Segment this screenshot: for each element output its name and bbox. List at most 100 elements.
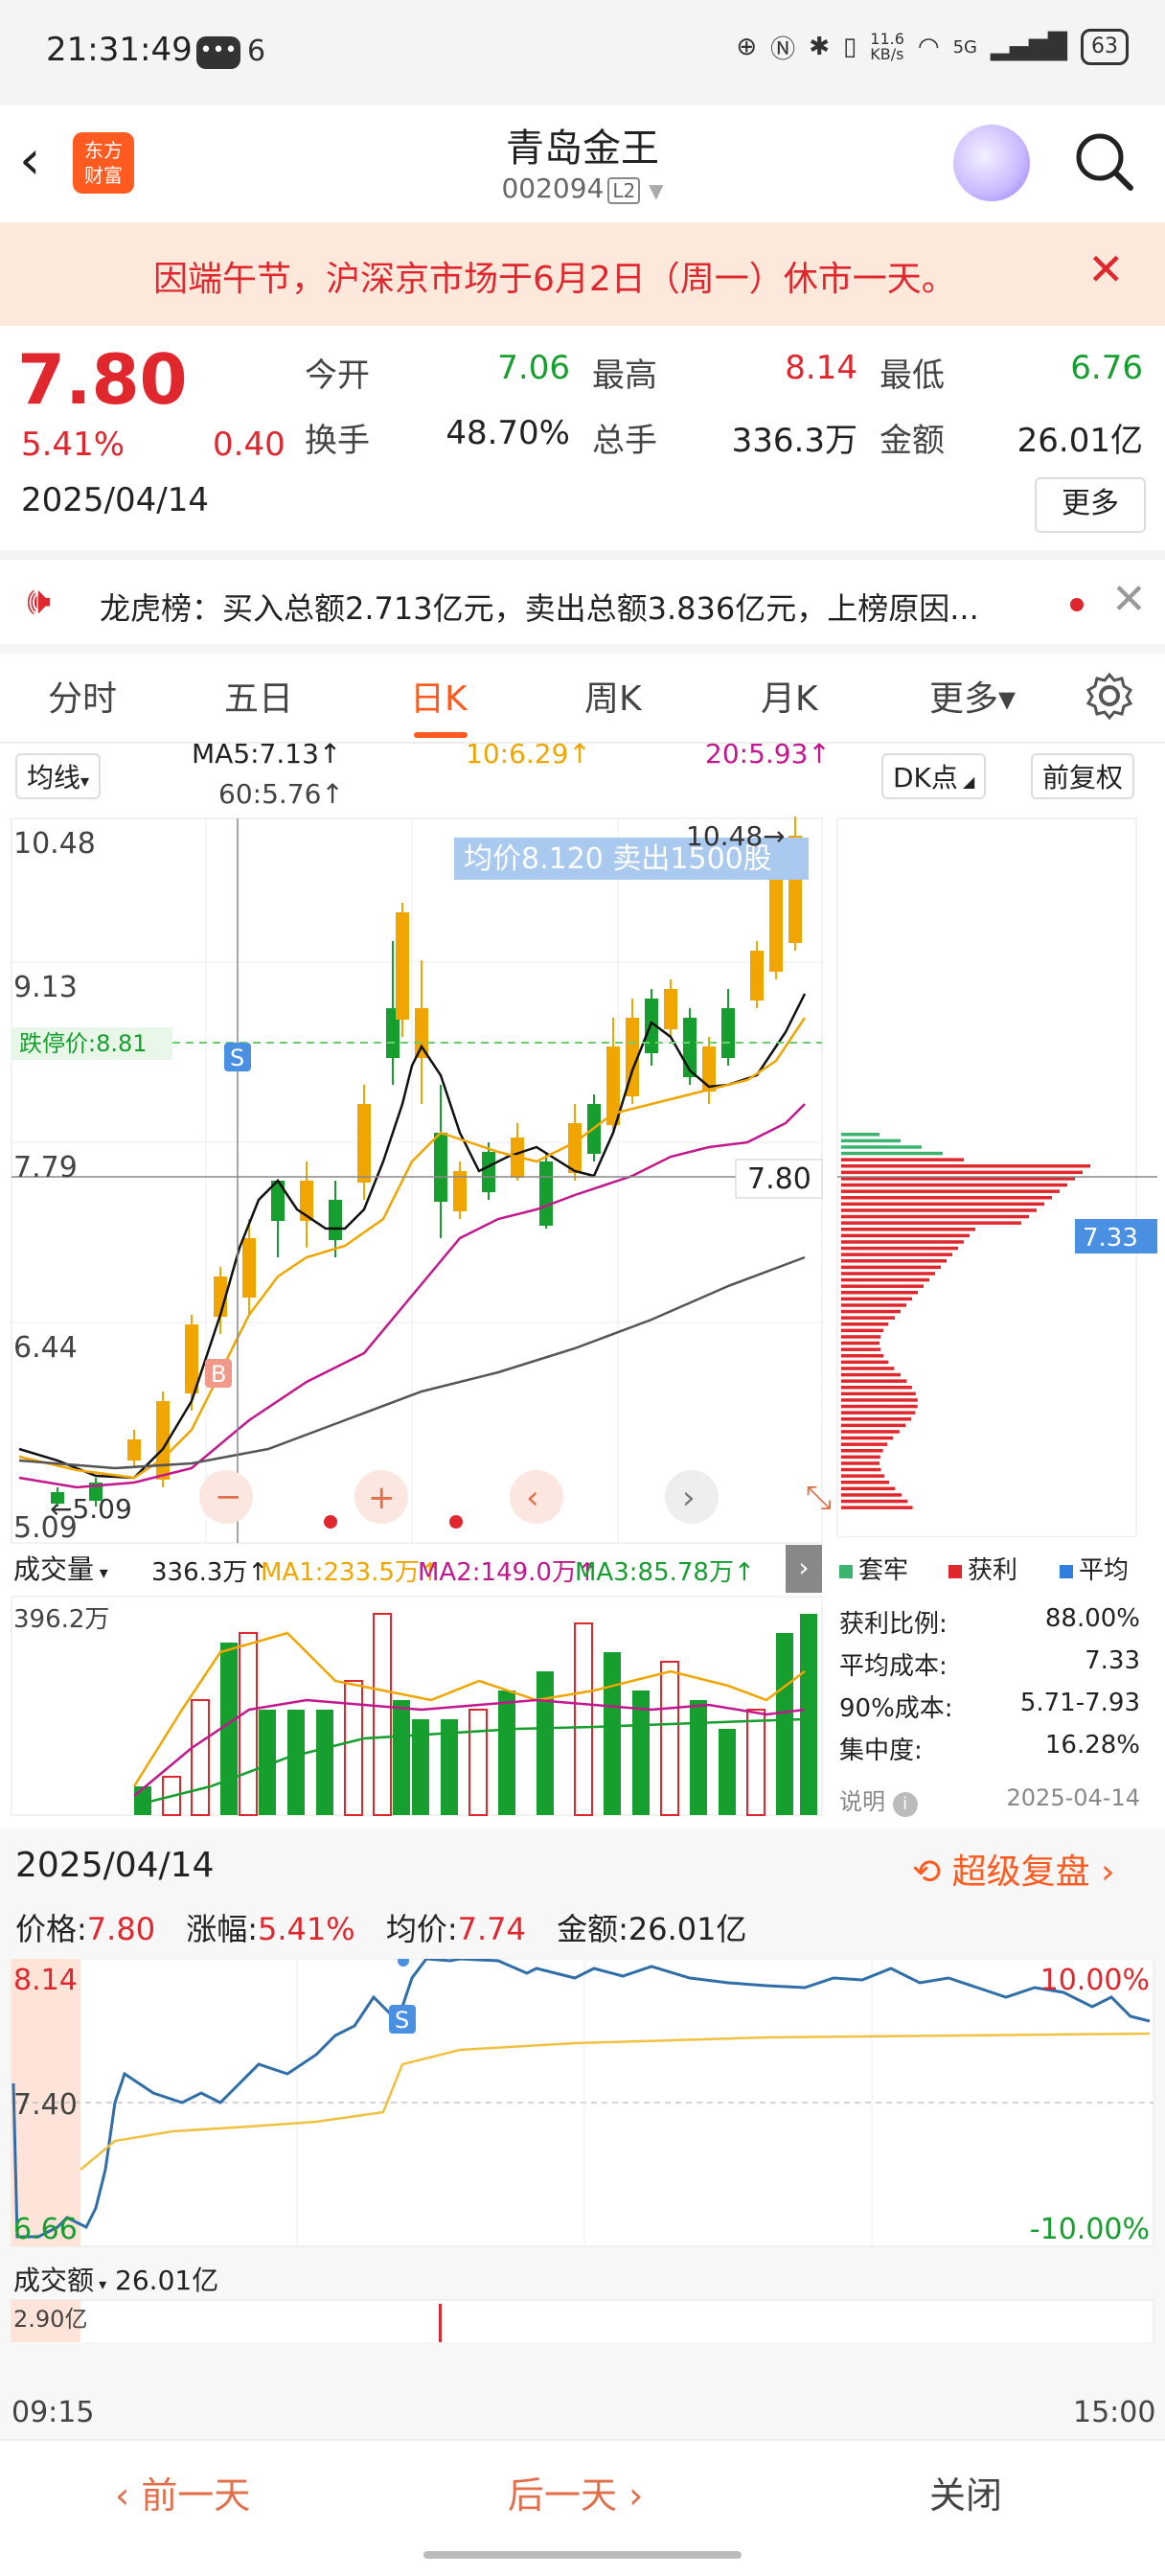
chip-bar — [841, 1386, 912, 1390]
home-indicator[interactable] — [423, 2551, 742, 2559]
volume-bar — [287, 1710, 305, 1815]
chip-bar — [841, 1228, 975, 1231]
speaker-icon: 🕪 — [27, 579, 52, 623]
candle-body — [329, 1200, 342, 1240]
intraday-price: 7.80 — [86, 1911, 156, 1947]
dragon-tiger-bar[interactable]: 🕪 龙虎榜：买入总额2.713亿元，卖出总额3.836亿元，上榜原因... ✕ — [0, 550, 1165, 650]
volume-bar — [393, 1700, 410, 1815]
prev-day-button[interactable]: ‹ 前一天 — [115, 2466, 250, 2518]
volume-bar — [220, 1643, 238, 1815]
info-icon: i — [892, 1792, 918, 1817]
tab-intraday[interactable]: 分时 — [48, 671, 117, 721]
chip-bar — [841, 1379, 907, 1383]
candle-body — [357, 1104, 371, 1183]
chip-bar — [841, 1133, 879, 1137]
concentration-value: 16.28% — [1044, 1731, 1140, 1760]
network-speed: 11.6 KB/s — [870, 30, 904, 63]
chip-note-link[interactable]: 说明 i — [839, 1782, 918, 1817]
assistant-avatar[interactable] — [953, 125, 1030, 201]
scroll-left-button[interactable]: ‹ — [510, 1470, 563, 1524]
legend-profit: 获利 — [948, 1551, 1017, 1586]
notification-count: 6 — [247, 34, 266, 68]
amount-value: 26.01亿 — [1017, 422, 1143, 460]
tab-weekly-k[interactable]: 周K — [584, 671, 642, 721]
scroll-right-button[interactable]: › — [665, 1470, 719, 1524]
chip-bar — [841, 1322, 889, 1326]
search-icon[interactable] — [1071, 128, 1138, 196]
close-icon[interactable]: ✕ — [1087, 243, 1125, 295]
y-label-2: 9.13 — [13, 971, 78, 1004]
tab-five-day[interactable]: 五日 — [224, 671, 293, 721]
fullscreen-icon[interactable]: ⤡ — [806, 1479, 832, 1517]
chip-bar — [841, 1499, 908, 1504]
chip-bar — [841, 1240, 964, 1244]
more-button[interactable]: 更多 — [1035, 477, 1146, 533]
svg-text:+: + — [368, 1479, 396, 1517]
close-button[interactable]: 关闭 — [929, 2466, 1002, 2518]
next-day-button[interactable]: 后一天 › — [508, 2466, 643, 2518]
chip-bar — [841, 1341, 880, 1346]
zoom-in-button[interactable]: + — [354, 1470, 408, 1524]
volume-bar — [690, 1700, 707, 1815]
signal-bars-icon: ▂▄▆█ — [991, 33, 1067, 61]
volume-bar — [604, 1652, 621, 1815]
quote-date: 2025/04/14 — [21, 481, 209, 519]
add-circle-icon: ⊕ — [736, 33, 758, 61]
volume-bar — [776, 1633, 793, 1815]
event-dot — [449, 1515, 463, 1529]
chip-bar — [841, 1297, 912, 1301]
adjust-select[interactable]: 前复权 — [1031, 753, 1135, 799]
svg-text:‹: ‹ — [526, 1479, 539, 1517]
vibrate-icon: ▯ — [842, 33, 857, 61]
chip-bar — [841, 1151, 943, 1156]
kline-chart[interactable]: 跌停价:8.81 7.80 均价8.120 卖出1500股 10.48 9.13… — [0, 816, 834, 1545]
history-icon: ⟲ — [912, 1852, 942, 1892]
tab-more[interactable]: 更多▾ — [929, 671, 1016, 721]
intraday-y-top: 8.14 — [13, 1964, 78, 1997]
profit-ratio-label: 获利比例: — [839, 1610, 948, 1639]
intraday-pct-top: 10.00% — [1040, 1964, 1150, 1997]
close-icon[interactable]: ✕ — [1111, 575, 1147, 624]
volume-indicator-select[interactable]: 成交量 ▾ — [13, 1549, 108, 1587]
turnover-select[interactable]: 成交额 ▾ 26.01亿 — [13, 2260, 218, 2298]
zoom-out-button[interactable]: − — [199, 1470, 253, 1524]
chip-bar — [841, 1335, 881, 1339]
chip-bar — [841, 1347, 881, 1351]
legend-trapped: 套牢 — [839, 1551, 908, 1586]
battery-icon: 63 — [1081, 29, 1129, 65]
avg-cost-row-label: 平均成本: — [839, 1652, 948, 1681]
volume-chart: 396.2万 — [11, 1596, 823, 1816]
chip-bar — [841, 1367, 895, 1370]
change-amount: 0.40 — [213, 426, 286, 464]
dk-point-button[interactable]: DK点 ◢ — [881, 753, 987, 799]
intraday-amount: 26.01亿 — [628, 1911, 747, 1947]
chip-bar — [841, 1284, 924, 1288]
chip-bar — [841, 1214, 1029, 1219]
tab-monthly-k[interactable]: 月K — [761, 671, 818, 721]
gear-icon[interactable] — [1085, 671, 1134, 721]
volume-header: 成交量 ▾ 336.3万↑ MA1:233.5万↑ MA2:149.0万↑ MA… — [0, 1545, 824, 1593]
expand-arrow-icon[interactable]: › — [786, 1545, 822, 1593]
chip-bar — [841, 1467, 881, 1472]
volume-ma1: MA1:233.5万↑ — [261, 1558, 441, 1587]
super-replay-link[interactable]: ⟲ 超级复盘 › — [912, 1844, 1114, 1894]
time-end: 15:00 — [1073, 2396, 1156, 2429]
chip-bar — [841, 1164, 1090, 1168]
candle-body — [127, 1439, 141, 1460]
candle-body — [539, 1162, 553, 1226]
chip-bar — [841, 1449, 883, 1453]
tab-daily-k[interactable]: 日K — [410, 671, 468, 721]
indicator-select[interactable]: 均线▾ — [15, 753, 102, 799]
chip-bar — [841, 1196, 1052, 1200]
volume-bar — [800, 1614, 817, 1815]
change-percent: 5.41% — [21, 426, 126, 464]
chip-bar — [841, 1183, 1067, 1187]
volume-ma2: MA2:149.0万↑ — [418, 1558, 598, 1587]
last-price: 7.80 — [17, 339, 188, 420]
bluetooth-icon: ✱ — [809, 33, 830, 61]
svg-text:−: − — [215, 1478, 242, 1516]
intraday-avg: 7.74 — [457, 1911, 526, 1947]
legend-average: 平均 — [1060, 1551, 1129, 1586]
wifi-icon: ◠ — [917, 33, 940, 61]
chip-bar — [841, 1461, 880, 1465]
